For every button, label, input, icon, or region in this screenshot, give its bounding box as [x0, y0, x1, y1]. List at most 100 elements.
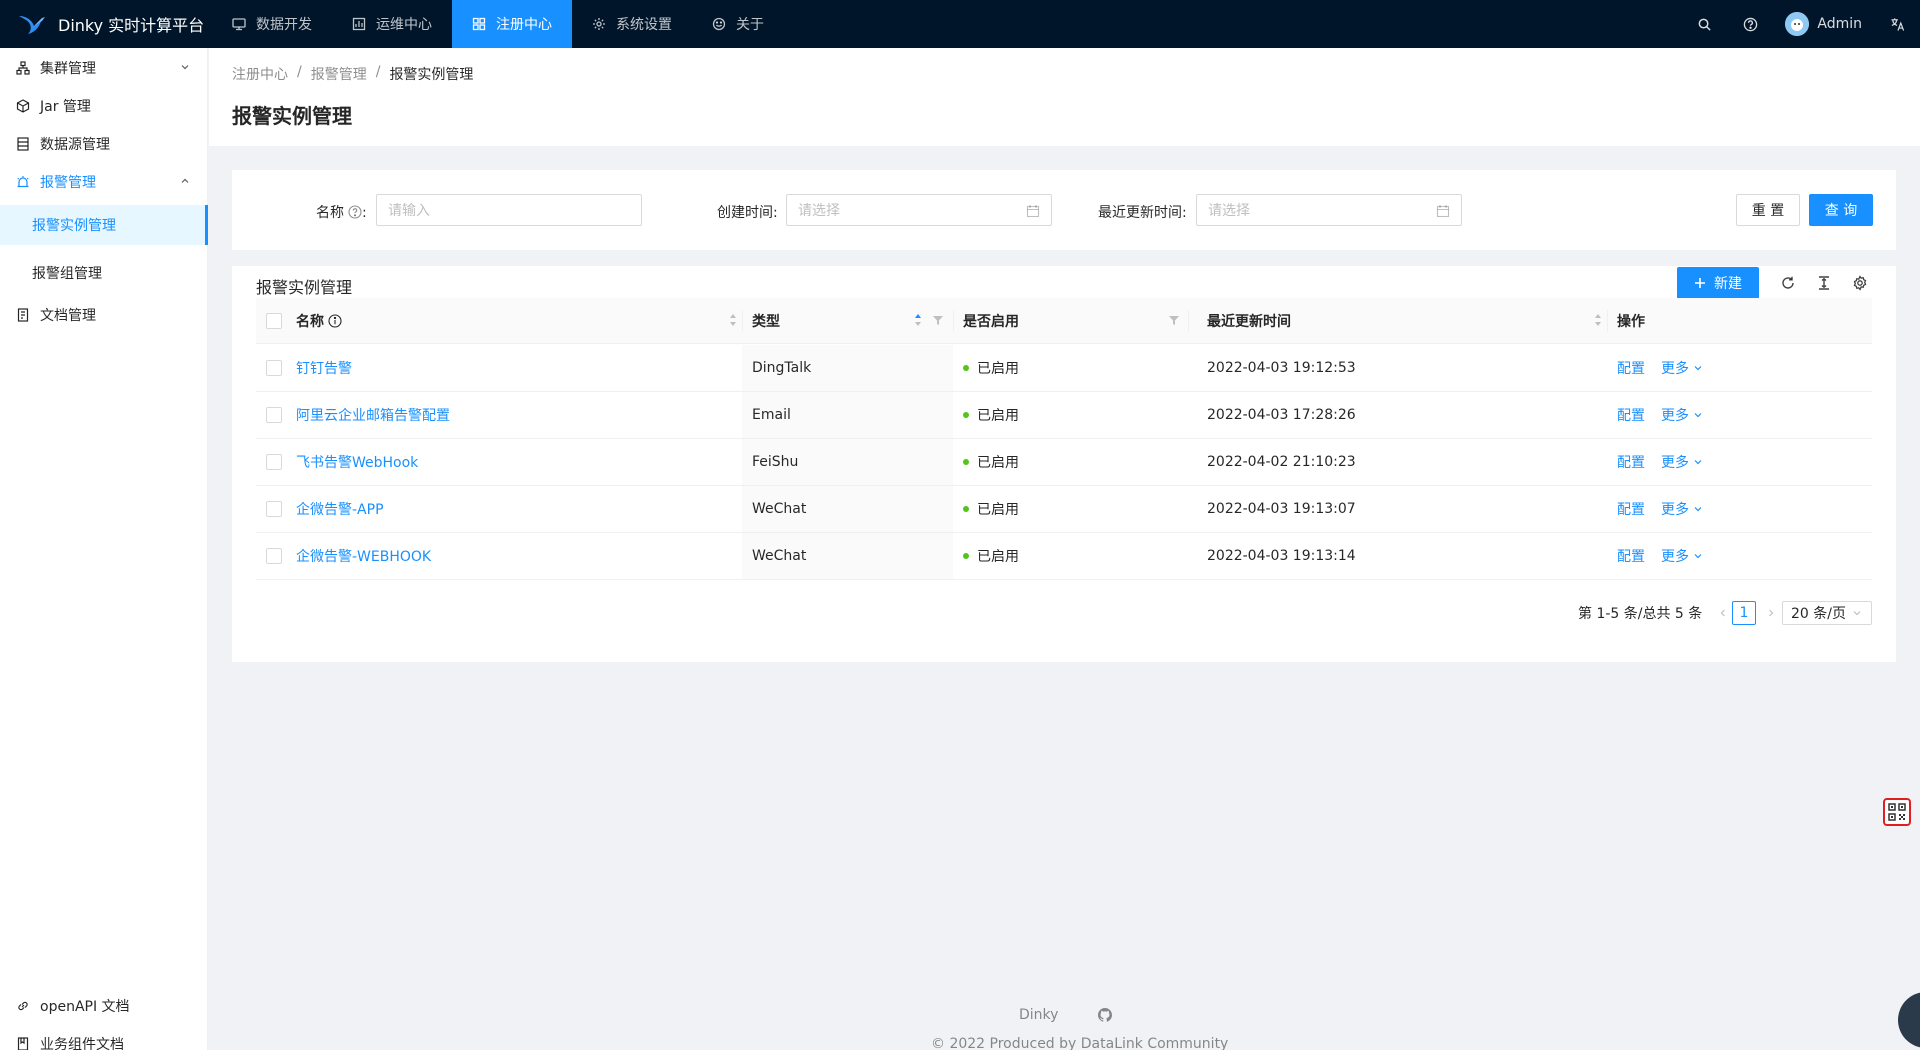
row-name-link[interactable]: 阿里云企业邮箱告警配置	[296, 392, 450, 438]
sidebar-item-datasource[interactable]: 数据源管理	[0, 124, 208, 164]
calendar-icon	[1026, 205, 1040, 218]
sidebar-item-alert[interactable]: 报警管理	[0, 162, 208, 202]
reload-button[interactable]	[1779, 274, 1797, 292]
select-all-checkbox[interactable]	[266, 313, 282, 329]
search-button[interactable]	[1681, 0, 1727, 48]
smile-icon	[712, 17, 726, 31]
column-name-label: 名称	[296, 314, 324, 330]
floating-action-button[interactable]	[1898, 992, 1920, 1048]
help-button[interactable]	[1727, 0, 1773, 48]
new-button[interactable]: 新建	[1677, 267, 1759, 299]
user-name: Admin	[1817, 16, 1862, 32]
language-button[interactable]	[1874, 0, 1920, 48]
info-circle-icon[interactable]	[328, 314, 342, 328]
row-type: DingTalk	[752, 360, 812, 376]
updated-time-label: 最近更新时间:	[1098, 205, 1187, 221]
column-updated-label: 最近更新时间	[1207, 314, 1291, 330]
column-settings-button[interactable]	[1851, 274, 1869, 292]
filter-icon[interactable]	[1168, 314, 1180, 326]
page-size-select[interactable]: 20 条/页	[1782, 601, 1872, 625]
row-more-dropdown[interactable]: 更多	[1661, 533, 1703, 579]
row-name-link[interactable]: 钉钉告警	[296, 345, 352, 391]
row-more-dropdown[interactable]: 更多	[1661, 439, 1703, 485]
column-header-updated[interactable]: 最近更新时间	[1207, 298, 1291, 344]
row-checkbox[interactable]	[266, 454, 282, 470]
created-time-label: 创建时间:	[717, 205, 778, 221]
breadcrumb-separator: /	[297, 64, 302, 80]
breadcrumb-item[interactable]: 报警管理	[311, 64, 367, 84]
top-right-actions: Admin	[1681, 0, 1920, 48]
column-header-name[interactable]: 名称	[296, 298, 342, 344]
row-name-link[interactable]: 企微告警-APP	[296, 486, 384, 532]
chevron-down-icon	[1694, 460, 1702, 465]
pagination-next[interactable]	[1759, 601, 1783, 625]
user-avatar-icon	[1785, 12, 1810, 36]
density-button[interactable]	[1815, 274, 1833, 292]
updated-time-placeholder: 请选择	[1208, 203, 1250, 219]
filter-icon[interactable]	[932, 314, 944, 326]
column-enabled-label: 是否启用	[963, 314, 1019, 330]
query-button[interactable]: 查 询	[1809, 194, 1873, 226]
sidebar-item-document[interactable]: 文档管理	[0, 295, 208, 335]
column-header-type[interactable]: 类型	[752, 298, 780, 344]
user-menu[interactable]: Admin	[1773, 0, 1874, 48]
row-checkbox[interactable]	[266, 501, 282, 517]
sidebar-item-component-doc[interactable]: 业务组件文档	[0, 1024, 208, 1050]
sort-ascending-icon[interactable]	[914, 313, 922, 327]
question-circle-icon[interactable]	[348, 205, 362, 219]
row-config-link[interactable]: 配置	[1617, 345, 1645, 391]
topnav-settings[interactable]: 系统设置	[572, 0, 692, 48]
chevron-down-icon	[1694, 554, 1702, 559]
sidebar-item-jar[interactable]: Jar 管理	[0, 86, 208, 126]
row-checkbox[interactable]	[266, 407, 282, 423]
qrcode-float-button[interactable]	[1883, 798, 1911, 826]
topnav-label: 注册中心	[496, 17, 552, 33]
reset-button[interactable]: 重 置	[1736, 194, 1800, 226]
footer-brand-link[interactable]: Dinky	[1019, 1007, 1058, 1023]
box-icon	[16, 99, 30, 113]
pagination-total: 第 1-5 条/总共 5 条	[1578, 606, 1703, 622]
row-more-dropdown[interactable]: 更多	[1661, 345, 1703, 391]
sidebar-item-label: 报警管理	[40, 175, 96, 191]
pagination-page[interactable]: 1	[1732, 601, 1756, 625]
sidebar-item-cluster[interactable]: 集群管理	[0, 48, 208, 88]
row-config-link[interactable]: 配置	[1617, 392, 1645, 438]
status-dot	[963, 553, 969, 559]
alert-icon	[16, 175, 30, 189]
sidebar-item-openapi-doc[interactable]: openAPI 文档	[0, 986, 208, 1026]
row-more-dropdown[interactable]: 更多	[1661, 392, 1703, 438]
sort-icon[interactable]	[729, 313, 737, 327]
row-config-link[interactable]: 配置	[1617, 439, 1645, 485]
name-label: 名称:	[316, 205, 367, 221]
app-logo[interactable]: Dinky 实时计算平台	[0, 0, 212, 48]
topnav-about[interactable]: 关于	[692, 0, 784, 48]
row-name-link[interactable]: 飞书告警WebHook	[296, 439, 418, 485]
sidebar-item-alert-instance[interactable]: 报警实例管理	[0, 205, 208, 245]
row-more-dropdown[interactable]: 更多	[1661, 486, 1703, 532]
row-name-link[interactable]: 企微告警-WEBHOOK	[296, 533, 431, 579]
name-input[interactable]: 请输入	[376, 194, 642, 226]
sidebar-item-label: 数据源管理	[40, 137, 110, 153]
sidebar-item-alert-group[interactable]: 报警组管理	[0, 253, 208, 293]
row-checkbox[interactable]	[266, 360, 282, 376]
reload-icon	[1782, 276, 1794, 289]
updated-time-picker[interactable]: 请选择	[1196, 194, 1462, 226]
row-updated: 2022-04-03 17:28:26	[1207, 407, 1356, 423]
chevron-down-icon	[1694, 413, 1702, 418]
row-checkbox[interactable]	[266, 548, 282, 564]
topnav-ops-center[interactable]: 运维中心	[332, 0, 452, 48]
row-config-link[interactable]: 配置	[1617, 533, 1645, 579]
column-actions-label: 操作	[1617, 314, 1645, 330]
topnav-label: 系统设置	[616, 17, 672, 33]
sidebar: 集群管理 Jar 管理 数据源管理 报警管理 报警实例管理 报警组管理 文档管理	[0, 48, 208, 1050]
chevron-down-icon	[181, 65, 189, 70]
breadcrumb-item[interactable]: 注册中心	[232, 64, 288, 84]
chevron-left-icon	[1720, 609, 1725, 617]
column-header-enabled[interactable]: 是否启用	[963, 298, 1019, 344]
created-time-picker[interactable]: 请选择	[786, 194, 1052, 226]
sort-icon[interactable]	[1594, 313, 1602, 327]
row-config-link[interactable]: 配置	[1617, 486, 1645, 532]
github-icon[interactable]	[1098, 1008, 1113, 1022]
topnav-registry-center[interactable]: 注册中心	[452, 0, 572, 48]
topnav-data-dev[interactable]: 数据开发	[212, 0, 332, 48]
